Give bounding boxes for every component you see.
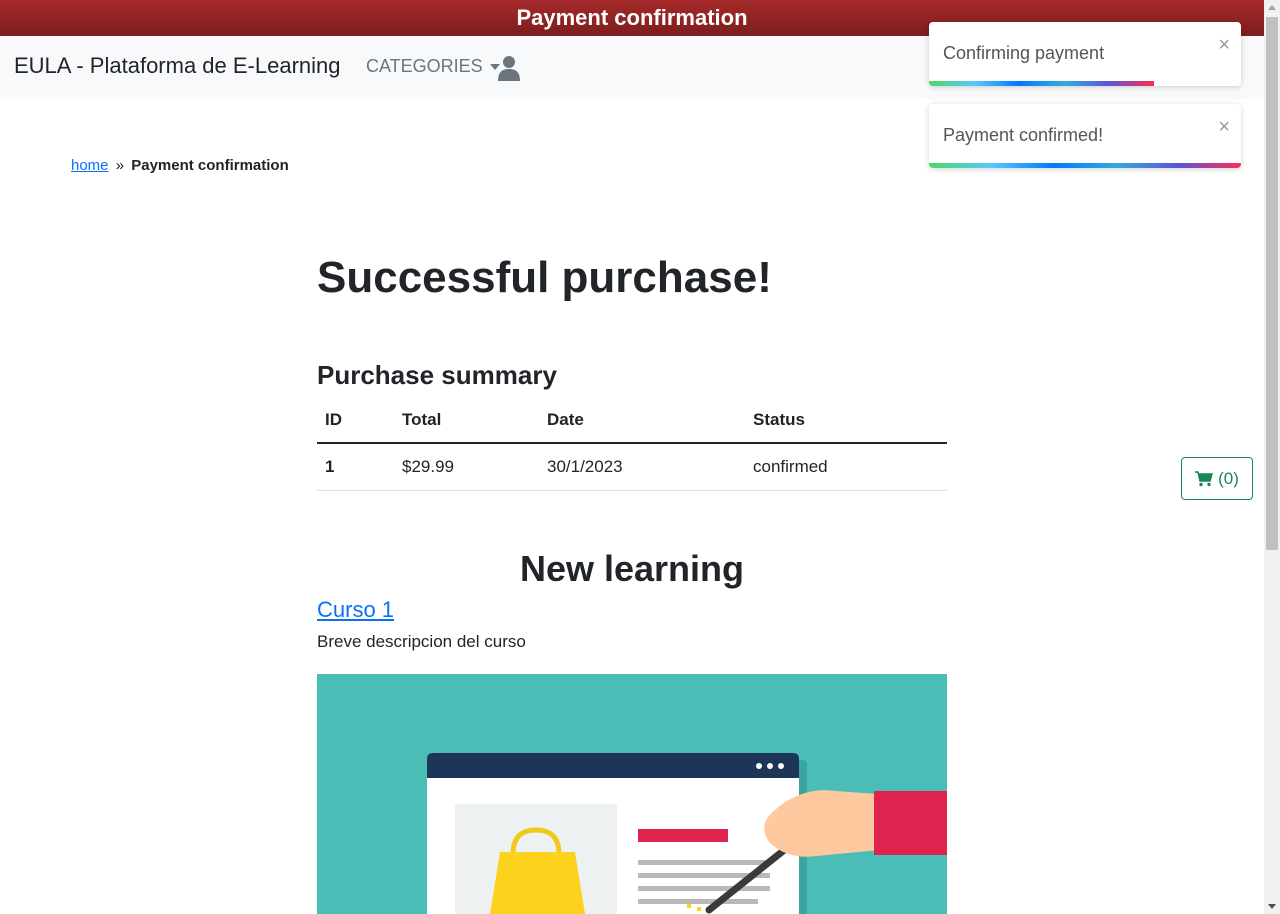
vertical-scrollbar[interactable] xyxy=(1264,0,1280,914)
toast-progress-track xyxy=(929,81,1241,86)
toast-message: Confirming payment xyxy=(943,43,1105,63)
table-row: 1 $29.99 30/1/2023 confirmed xyxy=(317,443,947,491)
scrollbar-thumb[interactable] xyxy=(1266,17,1278,550)
cart-button[interactable]: (0) xyxy=(1181,457,1253,500)
col-header-status: Status xyxy=(745,398,947,444)
cart-count: (0) xyxy=(1218,468,1239,488)
toast-progress-bar xyxy=(929,163,1241,168)
breadcrumb-current: Payment confirmation xyxy=(131,157,289,174)
brand-link[interactable]: EULA - Plataforma de E-Learning xyxy=(14,53,341,79)
scroll-down-icon[interactable] xyxy=(1268,904,1276,909)
purchase-summary-heading: Purchase summary xyxy=(317,360,557,390)
page-title: Successful purchase! xyxy=(317,253,772,302)
categories-label: CATEGORIES xyxy=(366,56,483,76)
col-header-total: Total xyxy=(394,398,539,444)
course-title-link[interactable]: Curso 1 xyxy=(317,597,394,623)
cell-status: confirmed xyxy=(745,443,947,491)
toast-confirmed: Payment confirmed! × xyxy=(929,104,1241,168)
user-icon[interactable] xyxy=(497,55,521,81)
banner-title: Payment confirmation xyxy=(516,5,748,30)
cart-icon xyxy=(1195,470,1214,486)
cell-date: 30/1/2023 xyxy=(539,443,745,491)
close-icon[interactable]: × xyxy=(1218,34,1230,57)
cell-id: 1 xyxy=(317,443,394,491)
toast-message: Payment confirmed! xyxy=(943,125,1104,145)
breadcrumb-separator: » xyxy=(115,157,125,174)
cell-total: $29.99 xyxy=(394,443,539,491)
scroll-up-icon[interactable] xyxy=(1268,5,1276,10)
table-header-row: ID Total Date Status xyxy=(317,398,947,444)
col-header-date: Date xyxy=(539,398,745,444)
categories-dropdown[interactable]: CATEGORIES xyxy=(366,56,500,77)
toast-progress-bar xyxy=(929,81,1154,86)
new-learning-heading: New learning xyxy=(519,548,745,589)
breadcrumb-home-link[interactable]: home xyxy=(71,157,109,174)
purchase-summary-table: ID Total Date Status 1 $29.99 30/1/2023 … xyxy=(317,398,947,491)
close-icon[interactable]: × xyxy=(1218,116,1230,139)
course-illustration xyxy=(317,674,947,914)
toast-progress-track xyxy=(929,163,1241,168)
col-header-id: ID xyxy=(317,398,394,444)
course-description: Breve descripcion del curso xyxy=(317,632,526,651)
breadcrumb: home » Payment confirmation xyxy=(71,157,289,174)
course-image xyxy=(317,674,947,914)
toast-confirming: Confirming payment × xyxy=(929,22,1241,86)
